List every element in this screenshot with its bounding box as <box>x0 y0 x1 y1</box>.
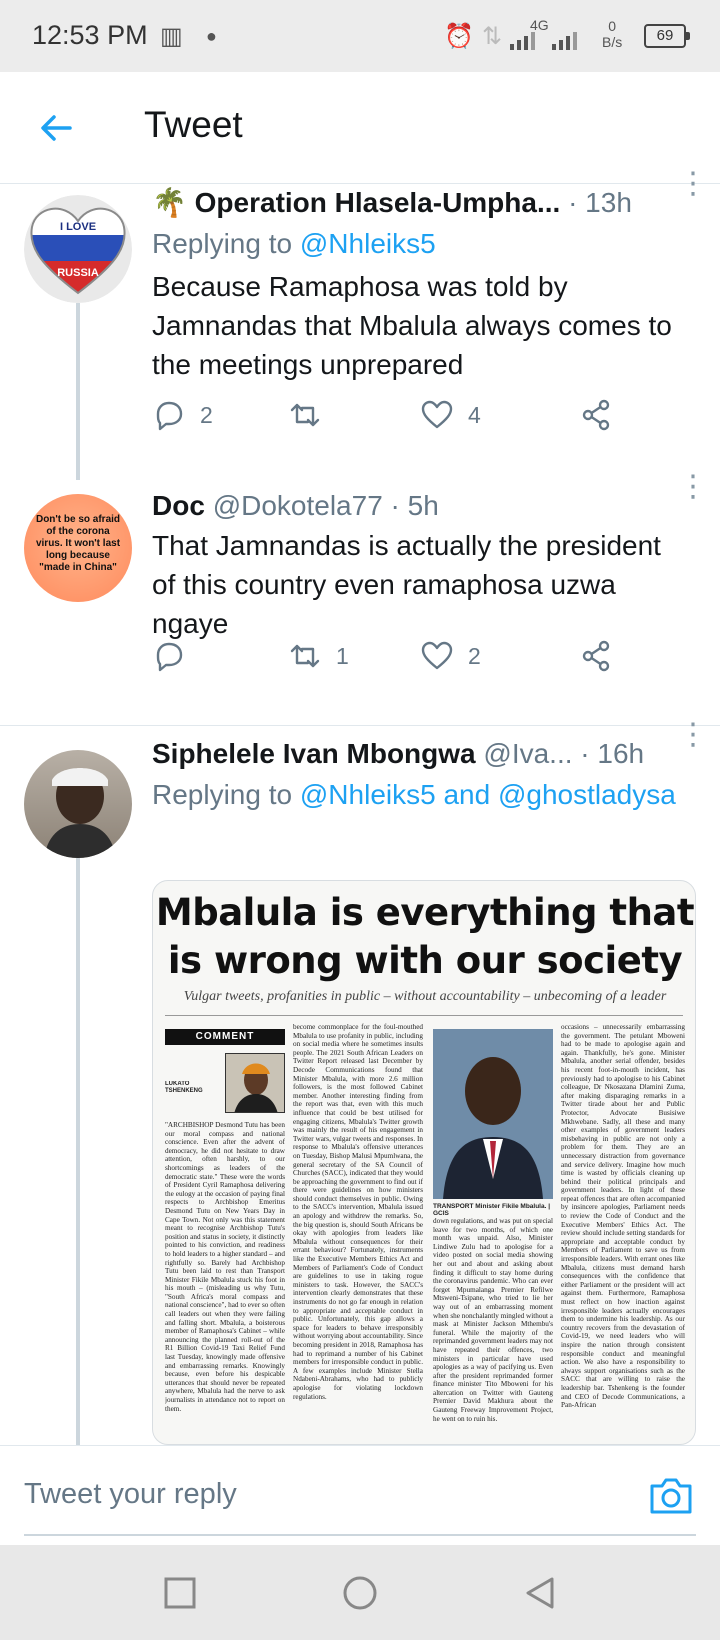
author-photo <box>225 1053 285 1113</box>
notification-dot-icon: ● <box>206 26 217 46</box>
retweet-icon <box>290 644 320 668</box>
author-name: LUKATO TSHENKENG <box>165 1081 203 1094</box>
avatar-heart-flag <box>24 195 132 303</box>
like-button[interactable]: 4 <box>420 395 481 435</box>
more-options-icon[interactable]: ⋮ <box>678 169 708 199</box>
tweet-media-image[interactable]: Mbalula is everything that is wrong with… <box>152 880 696 1445</box>
back-triangle-icon[interactable] <box>522 1575 558 1611</box>
replying-to: Replying to @Nhleiks5 and @ghostladysa <box>152 776 690 814</box>
display-name[interactable]: Doc <box>152 490 205 521</box>
back-arrow-icon[interactable] <box>36 108 76 148</box>
avatar[interactable]: I LOVE RUSSIA <box>24 195 132 303</box>
share-icon <box>582 640 610 672</box>
newspaper-subheadline: Vulgar tweets, profanities in public – w… <box>183 989 667 1004</box>
tweet-actions: 2 4 <box>152 395 622 435</box>
palm-tree-emoji: 🌴 <box>152 187 187 218</box>
like-button[interactable]: 2 <box>420 636 481 676</box>
share-button[interactable] <box>580 636 628 676</box>
share-button[interactable] <box>580 395 628 435</box>
newspaper-rule <box>165 1015 683 1016</box>
more-options-icon[interactable]: ⋮ <box>678 720 708 750</box>
network-speed: 0 B/s <box>602 18 622 50</box>
tweet-text: Because Ramaphosa was told by Jamnandas … <box>152 271 672 380</box>
article-column-4: occasions – unnecessarily embarrassing t… <box>561 1023 685 1410</box>
display-name[interactable]: Operation Hlasela-Umpha... <box>195 187 561 218</box>
tweet-text: That Jamnandas is actually the president… <box>152 530 661 639</box>
avatar[interactable] <box>24 750 132 858</box>
user-handle: @Iva... <box>483 738 573 769</box>
reply-input[interactable]: Tweet your reply <box>24 1478 237 1511</box>
thread-line <box>76 858 80 1445</box>
tweet-header: 🌴 Operation Hlasela-Umpha... · 13h <box>152 185 660 221</box>
camera-icon[interactable] <box>648 1474 694 1516</box>
tweet-card[interactable]: Don't be so afraid of the corona virus. … <box>0 472 720 710</box>
app-header: Tweet <box>0 72 720 184</box>
article-column-3: down regulations, and was put on special… <box>433 1217 553 1423</box>
avatar-photo <box>44 768 116 858</box>
heart-icon <box>421 400 453 429</box>
avatar-text-bottom: RUSSIA <box>57 267 99 279</box>
reply-mention-link[interactable]: @Nhleiks5 <box>300 228 436 259</box>
more-options-icon[interactable]: ⋮ <box>678 472 708 502</box>
article-column-1: "ARCHBISHOP Desmond Tutu has been our mo… <box>165 1121 285 1413</box>
replying-to-label: Replying to <box>152 779 300 810</box>
retweet-icon <box>290 403 320 427</box>
battery-icon: 69 <box>644 24 690 48</box>
tweet-time: · 5h <box>382 490 439 521</box>
user-handle: @Dokotela77 <box>212 490 383 521</box>
page-title: Tweet <box>144 104 243 145</box>
like-count: 2 <box>468 642 481 669</box>
avatar-text: Don't be so afraid of the corona virus. … <box>35 514 121 573</box>
reply-input-underline <box>24 1534 696 1536</box>
home-circle-icon[interactable] <box>342 1575 378 1611</box>
tweet-header: Siphelele Ivan Mbongwa @Iva... · 16h <box>152 736 660 772</box>
data-arrows-icon: ⇅ <box>482 23 503 50</box>
reply-mention-link[interactable]: @Nhleiks5 and @ghostladysa <box>300 779 676 810</box>
article-column-2: become commonplace for the foul-mouthed … <box>293 1023 423 1401</box>
replying-to: Replying to @Nhleiks5 <box>152 225 690 263</box>
reply-icon <box>156 401 183 431</box>
replying-to-label: Replying to <box>152 228 300 259</box>
like-count: 4 <box>468 401 481 428</box>
speed-value: 0 <box>608 18 617 34</box>
retweet-count: 1 <box>336 642 349 669</box>
tweet-actions: 1 2 <box>152 636 622 676</box>
avatar-text-top: I LOVE <box>59 221 97 233</box>
reply-button[interactable] <box>152 636 200 676</box>
newspaper-headline: Mbalula is everything that is wrong with… <box>155 891 695 982</box>
status-bar: 12:53 PM ▥ ● ⏰ ⇅ 4G 0 B/s 69 <box>0 0 720 72</box>
sim-icon: ▥ <box>160 23 183 50</box>
speed-unit: B/s <box>602 34 623 50</box>
signal-icon <box>510 32 577 50</box>
tweet-time: · 13h <box>568 187 632 218</box>
display-name[interactable]: Siphelele Ivan Mbongwa <box>152 738 476 769</box>
avatar[interactable]: Don't be so afraid of the corona virus. … <box>24 494 132 602</box>
photo-caption: TRANSPORT Minister Fikile Mbalula. | GCI… <box>433 1203 551 1217</box>
minister-photo <box>433 1029 553 1199</box>
tweet-header: Doc @Dokotela77 · 5h <box>152 488 660 524</box>
retweet-button[interactable] <box>288 395 336 435</box>
heart-icon <box>421 641 453 670</box>
system-nav-bar <box>0 1545 720 1640</box>
status-time: 12:53 PM <box>32 20 148 50</box>
retweet-button[interactable]: 1 <box>288 636 349 676</box>
comment-tag: COMMENT <box>165 1029 285 1045</box>
reply-count: 2 <box>200 401 213 428</box>
tweet-time: · 16h <box>572 738 645 769</box>
share-icon <box>582 399 610 431</box>
reply-icon <box>156 642 183 672</box>
reply-bar: Tweet your reply <box>0 1445 720 1545</box>
recents-square-icon[interactable] <box>162 1575 198 1611</box>
reply-button[interactable]: 2 <box>152 395 213 435</box>
alarm-icon: ⏰ <box>444 23 474 50</box>
